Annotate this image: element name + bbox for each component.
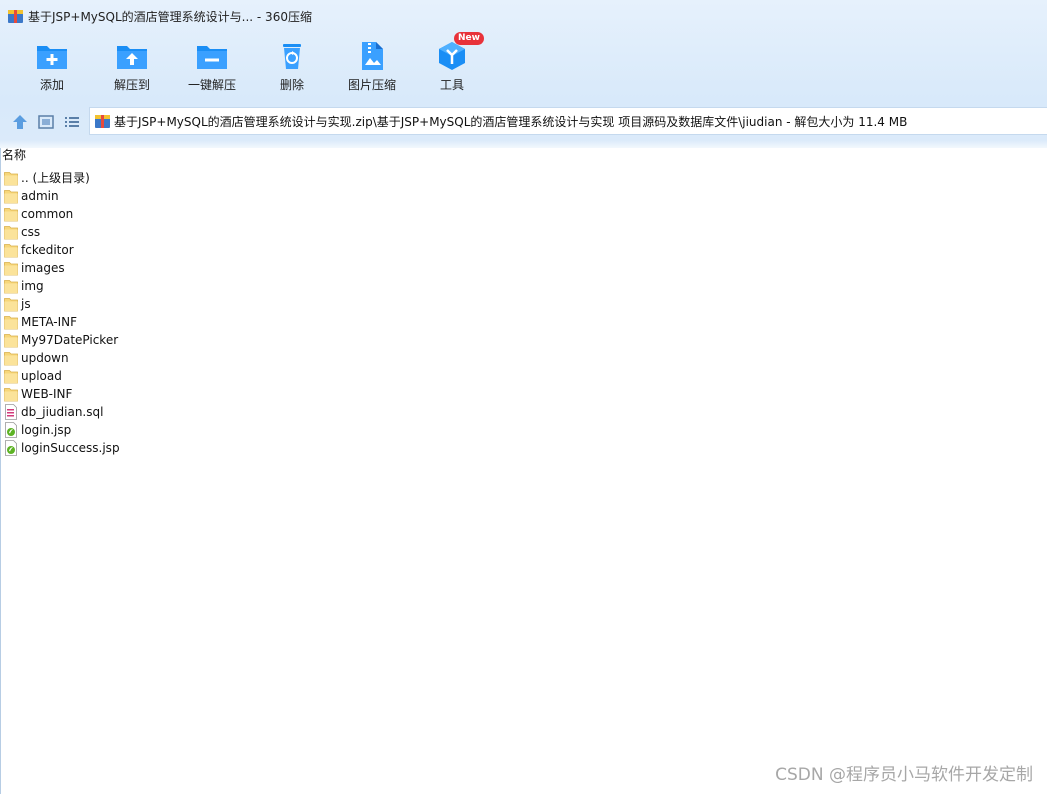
column-header: 名称 [0, 147, 1047, 163]
add-button[interactable]: 添加 [12, 38, 92, 98]
add-folder-icon [37, 46, 67, 69]
extract-to-label: 解压到 [113, 78, 150, 92]
address-bar[interactable]: 基于JSP+MySQL的酒店管理系统设计与实现.zip\基于JSP+MySQL的… [89, 107, 1047, 135]
image-compress-label: 图片压缩 [347, 78, 396, 92]
one-click-extract-label: 一键解压 [187, 78, 236, 92]
folder-icon [4, 352, 18, 366]
delete-button[interactable]: 删除 [252, 38, 332, 98]
address-path: 基于JSP+MySQL的酒店管理系统设计与实现.zip\基于JSP+MySQL的… [114, 115, 908, 129]
list-item[interactable]: db_jiudian.sql [0, 403, 300, 421]
list-item[interactable]: img [0, 277, 300, 295]
image-compress-button[interactable]: 图片压缩 [332, 38, 412, 98]
list-item[interactable]: updown [0, 349, 300, 367]
file-name: css [21, 225, 41, 239]
file-name: fckeditor [21, 243, 74, 257]
file-name: login.jsp [21, 423, 72, 437]
tools-label: 工具 [439, 78, 464, 92]
folder-icon [4, 190, 18, 204]
list-item[interactable]: .. (上级目录) [0, 169, 300, 187]
folder-icon [4, 244, 18, 258]
folder-icon [4, 208, 18, 222]
sql-file-icon [5, 404, 17, 420]
file-name: img [21, 279, 44, 293]
file-name: WEB-INF [21, 387, 73, 401]
file-name: META-INF [21, 315, 78, 329]
file-name: My97DatePicker [21, 333, 119, 347]
list-item[interactable]: images [0, 259, 300, 277]
archive-app-icon [8, 10, 23, 23]
list-item[interactable]: css [0, 223, 300, 241]
list-item[interactable]: admin [0, 187, 300, 205]
extract-to-button[interactable]: 解压到 [92, 38, 172, 98]
file-name: admin [21, 189, 59, 203]
folder-icon [4, 280, 18, 294]
list-item[interactable]: loginSuccess.jsp [0, 439, 300, 457]
new-badge: New [454, 32, 484, 45]
folder-icon [4, 298, 18, 312]
list-item[interactable]: upload [0, 367, 300, 385]
file-name: loginSuccess.jsp [21, 441, 120, 455]
one-click-extract-button[interactable]: 一键解压 [172, 38, 252, 98]
folder-icon [4, 262, 18, 276]
image-zip-icon [362, 42, 383, 70]
file-list: .. (上级目录) admin common css fckeditor images im… [0, 169, 1047, 457]
tools-button[interactable]: New 工具 [412, 32, 492, 98]
window-title: 基于JSP+MySQL的酒店管理系统设计与... - 360压缩 [28, 10, 312, 24]
list-item[interactable]: My97DatePicker [0, 331, 300, 349]
title-bar: 基于JSP+MySQL的酒店管理系统设计与... - 360压缩 [0, 0, 1047, 34]
list-view-icon[interactable] [63, 113, 81, 131]
delete-label: 删除 [279, 78, 304, 92]
list-item[interactable]: login.jsp [0, 421, 300, 439]
folder-icon [4, 370, 18, 384]
jsp-file-icon [5, 422, 17, 438]
file-name: js [21, 297, 31, 311]
file-name: images [21, 261, 65, 275]
one-click-extract-icon [197, 46, 227, 69]
recycle-bin-icon [283, 44, 301, 69]
list-item[interactable]: WEB-INF [0, 385, 300, 403]
folder-icon [4, 334, 18, 348]
column-name-header[interactable]: 名称 [2, 147, 26, 163]
up-arrow-icon[interactable] [11, 113, 29, 131]
list-item[interactable]: js [0, 295, 300, 313]
jsp-file-icon [5, 440, 17, 456]
folder-icon [4, 388, 18, 402]
file-name: upload [21, 369, 62, 383]
window-chrome: 基于JSP+MySQL的酒店管理系统设计与... - 360压缩 添加 解压到 [0, 0, 1047, 148]
watermark: CSDN @程序员小马软件开发定制 [775, 765, 1033, 785]
folder-icon [4, 316, 18, 330]
file-name: .. (上级目录) [21, 171, 90, 185]
thumbnail-view-icon[interactable] [37, 113, 55, 131]
file-name: db_jiudian.sql [21, 405, 104, 419]
list-item[interactable]: META-INF [0, 313, 300, 331]
folder-icon [4, 172, 18, 186]
list-item[interactable]: fckeditor [0, 241, 300, 259]
list-item[interactable]: common [0, 205, 300, 223]
folder-icon [4, 226, 18, 240]
add-label: 添加 [39, 78, 64, 92]
file-name: updown [21, 351, 69, 365]
extract-folder-icon [117, 46, 147, 69]
file-name: common [21, 207, 74, 221]
archive-file-icon [95, 115, 110, 128]
